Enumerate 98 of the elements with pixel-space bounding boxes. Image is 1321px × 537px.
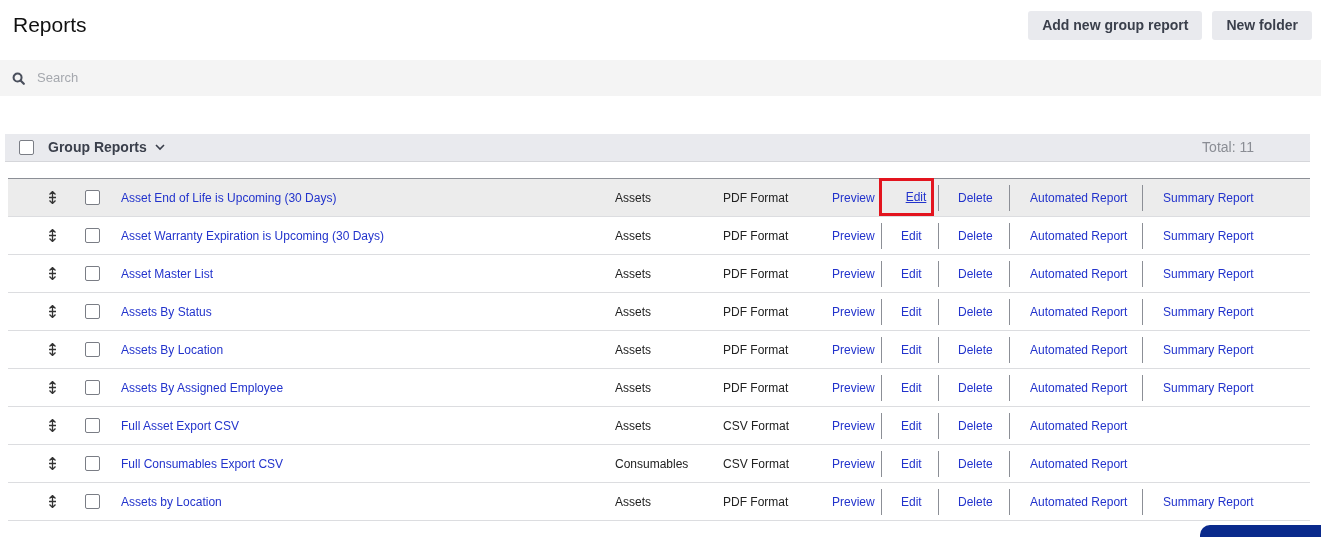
action-link[interactable]: Edit — [905, 187, 927, 206]
format-cell-text: PDF Format — [723, 303, 790, 321]
report-name-link[interactable]: Assets By Status — [121, 302, 615, 321]
report-name-link[interactable]: Assets By Location — [121, 340, 615, 359]
drag-handle-icon[interactable] — [48, 229, 57, 242]
action-link[interactable]: Edit — [901, 226, 922, 245]
action-link[interactable]: Delete — [958, 454, 993, 473]
format-cell-text: PDF Format — [723, 379, 790, 397]
action-link[interactable]: Preview — [832, 188, 875, 207]
action-link[interactable]: Summary Report — [1163, 378, 1254, 397]
action-link[interactable]: Preview — [832, 264, 875, 283]
action-link[interactable]: Delete — [958, 188, 993, 207]
action-link[interactable]: Automated Report — [1030, 264, 1128, 283]
checkbox[interactable] — [85, 418, 100, 433]
report-name-link[interactable]: Full Consumables Export CSV — [121, 454, 615, 473]
action-link[interactable]: Delete — [958, 492, 993, 511]
group-dropdown[interactable]: Group Reports — [48, 137, 165, 158]
report-name-link[interactable]: Assets by Location — [121, 492, 615, 511]
action-link[interactable]: Summary Report — [1163, 302, 1254, 321]
action-link[interactable]: Edit — [901, 378, 922, 397]
action-link[interactable]: Summary Report — [1163, 340, 1254, 359]
search-icon — [12, 71, 25, 85]
format-cell-text: PDF Format — [723, 493, 790, 511]
action-link[interactable]: Automated Report — [1030, 416, 1128, 435]
category-cell-text: Consumables — [615, 455, 690, 473]
category-cell-text: Assets — [615, 189, 652, 207]
total-count: Total: 11 — [1202, 138, 1254, 157]
action-link[interactable]: Preview — [832, 340, 875, 359]
checkbox[interactable] — [85, 266, 100, 281]
format-cell-text: PDF Format — [723, 189, 790, 207]
format-cell-text: PDF Format — [723, 265, 790, 283]
action-link[interactable]: Preview — [832, 492, 875, 511]
report-name-link[interactable]: Asset End of Life is Upcoming (30 Days) — [121, 188, 615, 207]
action-link[interactable]: Automated Report — [1030, 378, 1128, 397]
category-cell-text: Assets — [615, 303, 652, 321]
action-link[interactable]: Delete — [958, 226, 993, 245]
category-cell-text: Assets — [615, 341, 652, 359]
checkbox[interactable] — [85, 342, 100, 357]
drag-handle-icon[interactable] — [48, 457, 57, 470]
action-link[interactable]: Summary Report — [1163, 188, 1254, 207]
action-link[interactable]: Automated Report — [1030, 188, 1128, 207]
checkbox[interactable] — [85, 190, 100, 205]
drag-handle-icon[interactable] — [48, 343, 57, 356]
drag-handle-icon[interactable] — [48, 381, 57, 394]
format-cell-text: CSV Format — [723, 417, 790, 435]
format-cell-text: PDF Format — [723, 341, 790, 359]
report-name-link[interactable]: Full Asset Export CSV — [121, 416, 615, 435]
checkbox[interactable] — [19, 140, 34, 155]
action-link[interactable]: Edit — [901, 302, 922, 321]
report-name-link[interactable]: Assets By Assigned Employee — [121, 378, 615, 397]
checkbox[interactable] — [85, 228, 100, 243]
action-link[interactable]: Delete — [958, 378, 993, 397]
action-link[interactable]: Preview — [832, 302, 875, 321]
report-name-link[interactable]: Asset Master List — [121, 264, 615, 283]
format-cell-text: PDF Format — [723, 227, 790, 245]
action-link[interactable]: Delete — [958, 416, 993, 435]
action-link[interactable]: Summary Report — [1163, 264, 1254, 283]
action-link[interactable]: Summary Report — [1163, 492, 1254, 511]
drag-handle-icon[interactable] — [48, 305, 57, 318]
search-input[interactable]: Search — [37, 68, 1309, 88]
category-cell-text: Assets — [615, 417, 652, 435]
search-field[interactable]: Search — [0, 60, 1321, 96]
checkbox[interactable] — [85, 456, 100, 471]
page-title: Reports — [13, 12, 87, 39]
action-link[interactable]: Automated Report — [1030, 302, 1128, 321]
action-link[interactable]: Summary Report — [1163, 226, 1254, 245]
new-folder-button[interactable]: New folder — [1212, 10, 1312, 40]
action-link[interactable]: Automated Report — [1030, 454, 1128, 473]
action-link[interactable]: Automated Report — [1030, 492, 1128, 511]
format-cell-text: CSV Format — [723, 455, 790, 473]
action-link[interactable]: Preview — [832, 378, 875, 397]
chevron-down-icon — [154, 144, 165, 151]
drag-handle-icon[interactable] — [48, 191, 57, 204]
drag-handle-icon[interactable] — [48, 419, 57, 432]
action-link[interactable]: Edit — [901, 454, 922, 473]
checkbox[interactable] — [85, 380, 100, 395]
checkbox[interactable] — [85, 494, 100, 509]
report-name-link[interactable]: Asset Warranty Expiration is Upcoming (30 Days) — [121, 226, 615, 245]
action-link[interactable]: Delete — [958, 340, 993, 359]
drag-handle-icon[interactable] — [48, 267, 57, 280]
add-group-report-button[interactable]: Add new group report — [1028, 10, 1203, 40]
action-link[interactable]: Delete — [958, 264, 993, 283]
drag-handle-icon[interactable] — [48, 495, 57, 508]
category-cell-text: Assets — [615, 265, 652, 283]
action-link[interactable]: Preview — [832, 416, 875, 435]
category-cell-text: Assets — [615, 227, 652, 245]
action-link[interactable]: Edit — [901, 492, 922, 511]
action-link[interactable]: Delete — [958, 302, 993, 321]
action-link[interactable]: Edit — [901, 416, 922, 435]
checkbox[interactable] — [85, 304, 100, 319]
category-cell-text: Assets — [615, 493, 652, 511]
category-cell-text: Assets — [615, 379, 652, 397]
action-link[interactable]: Edit — [901, 264, 922, 283]
action-link[interactable]: Automated Report — [1030, 226, 1128, 245]
action-link[interactable]: Edit — [901, 340, 922, 359]
action-link[interactable]: Preview — [832, 226, 875, 245]
action-link[interactable]: Automated Report — [1030, 340, 1128, 359]
action-link[interactable]: Preview — [832, 454, 875, 473]
